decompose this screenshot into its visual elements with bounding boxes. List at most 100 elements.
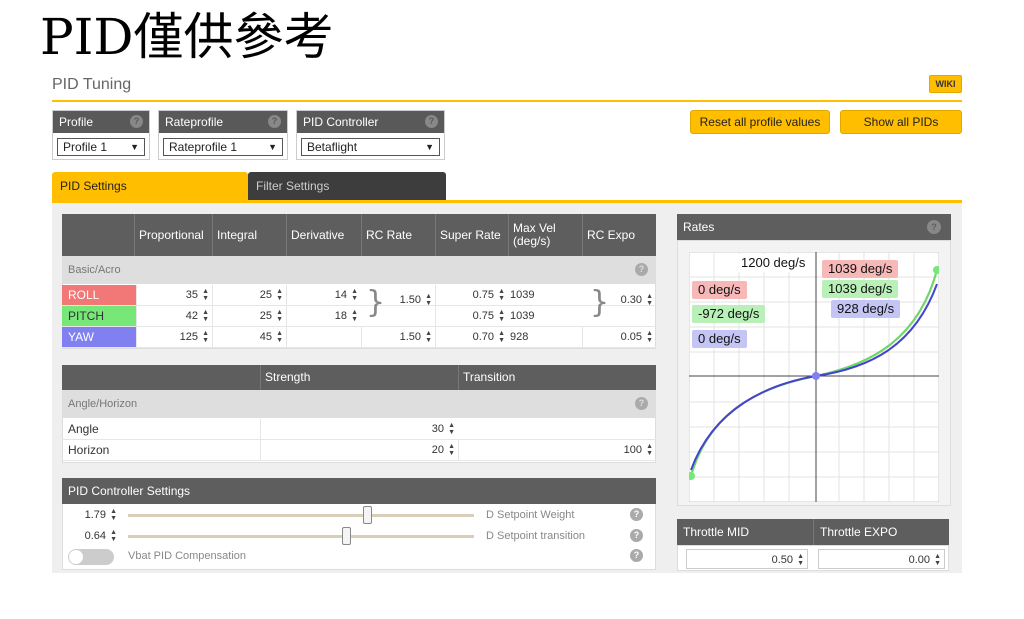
angle-row: Angle 30 ▲ ▼ bbox=[62, 419, 656, 440]
spinner-icon: ▲ ▼ bbox=[498, 309, 505, 323]
setpoint-transition-slider[interactable] bbox=[128, 535, 474, 538]
header-strength: Strength bbox=[260, 365, 458, 390]
header-max-vel: Max Vel (deg/s) bbox=[508, 214, 582, 256]
spinner-icon: ▲ ▼ bbox=[351, 309, 358, 323]
brace-icon: } bbox=[366, 285, 386, 320]
throttle-mid-input[interactable]: 0.50 ▲ ▼ bbox=[686, 549, 808, 569]
pid-row-roll: ROLL 35 ▲ ▼ 25 ▲ ▼ 14 ▲ ▼ 0.75 ▲ ▼ 1039 bbox=[62, 285, 656, 306]
tab-filter-settings[interactable]: Filter Settings bbox=[248, 172, 446, 200]
pid-controller-label: PID Controller bbox=[303, 115, 379, 129]
rates-label-yaw-current: 0 deg/s bbox=[692, 330, 747, 348]
spinner-icon: ▲ ▼ bbox=[202, 330, 209, 344]
rates-label-roll-current: 0 deg/s bbox=[692, 281, 747, 299]
help-icon[interactable]: ? bbox=[630, 549, 643, 562]
profile-label: Profile bbox=[59, 115, 94, 129]
reset-profile-button[interactable]: Reset all profile values bbox=[690, 110, 830, 134]
roll-max-vel: 1039 bbox=[510, 289, 535, 301]
spinner-icon: ▲ ▼ bbox=[110, 529, 117, 543]
pid-row-yaw: YAW 125 ▲ ▼ 45 ▲ ▼ 1.50 ▲ ▼ 0.70 ▲ ▼ 928 0.05 ▲ ▼ bbox=[62, 327, 656, 348]
roll-p-input[interactable]: 35 ▲ ▼ bbox=[136, 285, 212, 305]
rates-label-pitch-max: 1039 deg/s bbox=[822, 280, 899, 298]
pitch-super-rate-input[interactable]: 0.75 ▲ ▼ bbox=[435, 306, 508, 326]
spinner-icon: ▲ ▼ bbox=[797, 553, 804, 567]
show-all-pids-button[interactable]: Show all PIDs bbox=[840, 110, 962, 134]
spinner-icon: ▲ ▼ bbox=[646, 443, 653, 457]
pitch-d-input[interactable]: 18 ▲ ▼ bbox=[286, 306, 361, 326]
roll-i-input[interactable]: 25 ▲ ▼ bbox=[212, 285, 286, 305]
angle-horizon-section: Angle/Horizon ? bbox=[62, 390, 656, 418]
yaw-super-rate-input[interactable]: 0.70 ▲ ▼ bbox=[435, 327, 508, 347]
spinner-icon: ▲ ▼ bbox=[646, 293, 653, 307]
pitch-p-input[interactable]: 42 ▲ ▼ bbox=[136, 306, 212, 326]
roll-d-input[interactable]: 14 ▲ ▼ bbox=[286, 285, 361, 305]
spinner-icon: ▲ ▼ bbox=[425, 293, 432, 307]
rates-label-roll-max: 1039 deg/s bbox=[822, 260, 899, 278]
setpoint-transition-slider-handle[interactable] bbox=[341, 527, 351, 545]
rates-header: Rates ? bbox=[677, 214, 951, 240]
tab-pid-settings[interactable]: PID Settings bbox=[52, 172, 248, 200]
setpoint-weight-input[interactable]: 1.79 ▲ ▼ bbox=[62, 505, 120, 525]
title-divider bbox=[52, 100, 962, 102]
yaw-rc-rate-input[interactable]: 1.50 ▲ ▼ bbox=[361, 327, 435, 347]
spinner-icon: ▲ ▼ bbox=[646, 330, 653, 344]
pitch-max-vel: 1039 bbox=[510, 310, 535, 322]
horizon-row: Horizon 20 ▲ ▼ 100 ▲ ▼ bbox=[62, 440, 656, 461]
rollpitch-rc-rate-input[interactable]: 1.50 ▲ ▼ bbox=[385, 290, 435, 310]
help-icon[interactable]: ? bbox=[927, 220, 941, 234]
spinner-icon: ▲ ▼ bbox=[202, 288, 209, 302]
profile-select[interactable]: Profile 1 ▼ bbox=[57, 138, 145, 156]
throttle-expo-input[interactable]: 0.00 ▲ ▼ bbox=[818, 549, 945, 569]
wiki-button[interactable]: WIKI bbox=[929, 75, 962, 93]
spinner-icon: ▲ ▼ bbox=[934, 553, 941, 567]
angle-strength-input[interactable]: 30 ▲ ▼ bbox=[260, 419, 458, 439]
chevron-down-icon: ▼ bbox=[130, 142, 139, 152]
setpoint-transition-input[interactable]: 0.64 ▲ ▼ bbox=[62, 526, 120, 546]
spinner-icon: ▲ ▼ bbox=[498, 330, 505, 344]
setpoint-weight-slider-handle[interactable] bbox=[362, 506, 372, 524]
roll-super-rate-input[interactable]: 0.75 ▲ ▼ bbox=[435, 285, 508, 305]
help-icon[interactable]: ? bbox=[130, 115, 143, 128]
spinner-icon: ▲ ▼ bbox=[425, 330, 432, 344]
chevron-down-icon: ▼ bbox=[425, 142, 434, 152]
header-transition: Transition bbox=[458, 365, 656, 390]
header-derivative: Derivative bbox=[286, 214, 361, 256]
horizon-transition-input[interactable]: 100 ▲ ▼ bbox=[458, 440, 656, 460]
help-icon[interactable]: ? bbox=[635, 263, 648, 276]
spinner-icon: ▲ ▼ bbox=[448, 443, 455, 457]
help-icon[interactable]: ? bbox=[635, 397, 648, 410]
rates-title: Rates bbox=[683, 220, 715, 234]
setpoint-transition-label: D Setpoint transition bbox=[486, 530, 586, 542]
basic-acro-section: Basic/Acro ? bbox=[62, 256, 656, 284]
rates-max-label: 1200 deg/s bbox=[735, 254, 812, 272]
help-icon[interactable]: ? bbox=[425, 115, 438, 128]
pitch-label: PITCH bbox=[62, 306, 136, 326]
horizon-strength-input[interactable]: 20 ▲ ▼ bbox=[260, 440, 458, 460]
yaw-i-input[interactable]: 45 ▲ ▼ bbox=[212, 327, 286, 347]
help-icon[interactable]: ? bbox=[630, 529, 643, 542]
help-icon[interactable]: ? bbox=[630, 508, 643, 521]
pitch-i-input[interactable]: 25 ▲ ▼ bbox=[212, 306, 286, 326]
spinner-icon: ▲ ▼ bbox=[276, 288, 283, 302]
yaw-p-input[interactable]: 125 ▲ ▼ bbox=[136, 327, 212, 347]
pid-controller-settings-title: PID Controller Settings bbox=[68, 484, 191, 498]
rollpitch-rc-expo-input[interactable]: 0.30 ▲ ▼ bbox=[605, 290, 656, 310]
header-proportional: Proportional bbox=[134, 214, 212, 256]
vbat-compensation-label: Vbat PID Compensation bbox=[128, 550, 247, 562]
yaw-label: YAW bbox=[62, 327, 136, 347]
pid-controller-select[interactable]: Betaflight ▼ bbox=[301, 138, 440, 156]
page-title: PID Tuning bbox=[52, 76, 132, 93]
help-icon[interactable]: ? bbox=[268, 115, 281, 128]
spinner-icon: ▲ ▼ bbox=[276, 330, 283, 344]
rateprofile-select[interactable]: Rateprofile 1 ▼ bbox=[163, 138, 283, 156]
throttle-mid-label: Throttle MID bbox=[683, 524, 750, 539]
setpoint-weight-slider[interactable] bbox=[128, 514, 474, 517]
yaw-rc-expo-input[interactable]: 0.05 ▲ ▼ bbox=[582, 327, 656, 347]
spinner-icon: ▲ ▼ bbox=[202, 309, 209, 323]
vbat-compensation-toggle[interactable] bbox=[68, 549, 114, 565]
pid-table-header: Proportional Integral Derivative RC Rate… bbox=[62, 214, 656, 256]
roll-label: ROLL bbox=[62, 285, 136, 305]
angle-horizon-header: Strength Transition bbox=[62, 365, 656, 390]
center-point bbox=[812, 372, 820, 380]
angle-horizon-label: Angle/Horizon bbox=[68, 398, 138, 410]
horizon-label: Horizon bbox=[68, 443, 110, 457]
